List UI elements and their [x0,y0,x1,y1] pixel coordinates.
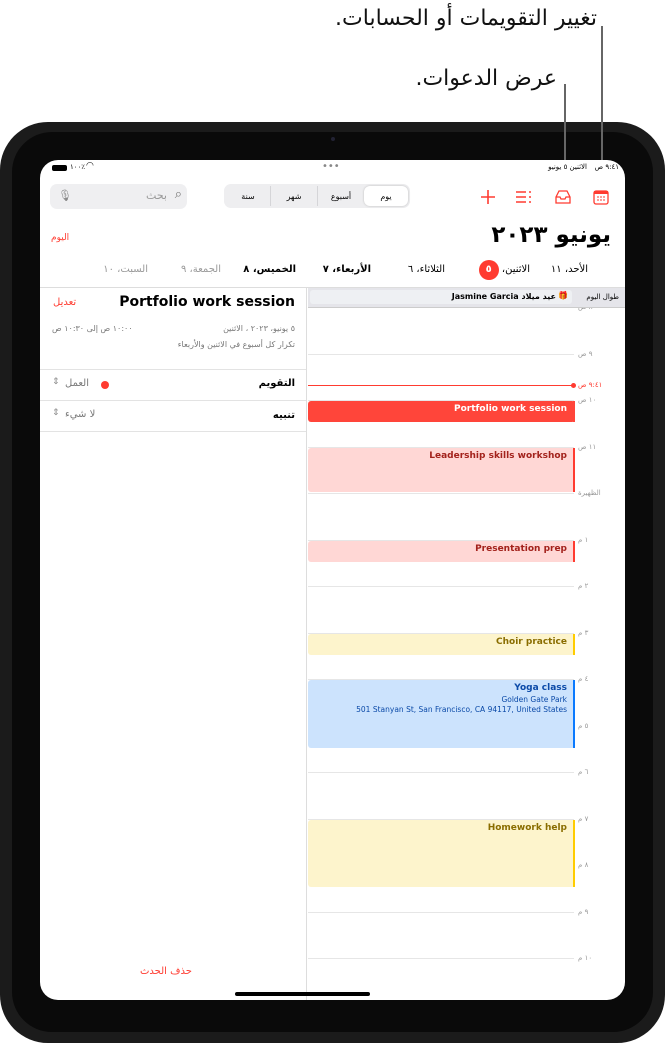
current-time-line [308,385,574,387]
hour-label: ٦ م [578,768,589,776]
camera [331,137,335,141]
event-color-bar [573,447,575,492]
all-day-event[interactable]: 🎁 عيد ميلاد Jasmine Garcia [310,290,572,304]
event-block[interactable]: Presentation prep [308,540,575,562]
hour-label: الظهيرة [578,489,601,497]
hour-label: ١٠ م [578,954,593,962]
hour-label: ١٠ ص [578,396,597,404]
hour-label: ٢ م [578,582,589,590]
hour-label: ٥ م [578,721,589,730]
hour-label: ١١ ص [578,442,597,451]
event-color-bar [573,540,575,562]
event-block[interactable]: Yoga class Golden Gate Park 501 Stanyan St… [308,680,575,748]
all-day-event-title: عيد ميلاد Jasmine Garcia [451,292,556,301]
hour-label: ٨ م [578,861,589,869]
callout-show-invitations: عرض الدعوات. [415,66,557,91]
event-block[interactable]: Portfolio work session [308,401,575,423]
home-indicator[interactable] [235,992,370,996]
event-title: Yoga class [514,683,567,693]
event-color-bar [573,401,575,423]
hour-gridline [308,586,574,587]
callout-change-calendars: تغيير التقويمات أو الحسابات. [335,6,597,31]
hour-label: ٧ م [578,814,589,823]
event-address: 501 Stanyan St, San Francisco, CA 94117,… [356,705,567,714]
hour-gridline [308,911,574,913]
current-time-label: ٩:٤١ ص [578,381,603,390]
event-title: Leadership skills workshop [429,450,567,461]
hour-gridline [308,958,574,959]
hour-label: ٣ م [578,628,589,637]
current-time-dot [571,382,576,388]
event-block[interactable]: Choir practice [308,633,575,655]
day-timeline[interactable]: ٨ ص٩ ص١٠ ص١١ صالظهيرة١ م٢ م٣ م٤ م٥ م٦ م٧… [40,160,625,1000]
hour-gridline [308,353,574,355]
hour-gridline [308,772,574,773]
event-title: Homework help [487,822,567,833]
event-block[interactable]: Homework help [308,819,575,888]
event-color-bar [573,680,575,748]
event-color-bar [573,633,575,655]
event-title: Choir practice [496,636,567,647]
all-day-label: طوال اليوم [586,293,619,301]
event-color-bar [573,819,575,888]
hour-label: ١ م [578,535,589,544]
hour-label: ٤ م [578,675,589,683]
hour-gridline [308,493,574,494]
event-title: Portfolio work session [453,404,567,414]
hour-label: ٩ ص [578,349,593,358]
event-block[interactable]: Leadership skills workshop [308,447,575,492]
all-day-bar: 🎁 عيد ميلاد Jasmine Garcia طوال اليوم [308,288,625,308]
event-location: Golden Gate Park [501,695,567,704]
gift-icon: 🎁 [558,291,568,300]
event-title: Presentation prep [475,543,567,554]
screen: ٩:٤١ ص الاثنين ٥ يونيو ••• ٪١٠٠ ◠ 🎙 ⌕ بح… [40,160,625,1000]
hour-label: ٩ م [578,907,589,916]
